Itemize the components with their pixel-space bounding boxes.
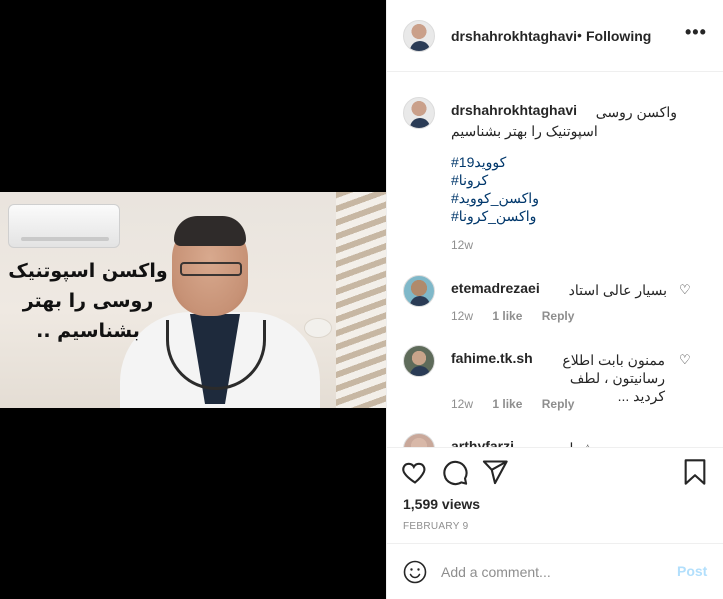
author-username[interactable]: drshahrokhtaghavi	[451, 28, 577, 44]
comments-list[interactable]: drshahrokhtaghavi واکسن روسی اسپوتنیک را…	[387, 73, 723, 447]
caption-text-line1: واکسن روسی	[595, 104, 677, 120]
comment-age[interactable]: 12w	[451, 309, 473, 323]
comment-item: arthyfarzi درود بر شما مطالبتون	[387, 433, 723, 447]
save-bookmark-icon[interactable]	[681, 458, 709, 486]
comment-meta: 12w 1 like Reply	[451, 397, 590, 411]
air-conditioner-image	[8, 204, 120, 248]
like-comment-heart-icon[interactable]: ♡	[679, 352, 691, 368]
commenter-username[interactable]: arthyfarzi	[451, 438, 514, 447]
video-player[interactable]: واکسن اسپوتنیک روسی را بهتر بشناسیم ..	[0, 0, 386, 599]
following-button[interactable]: Following	[586, 28, 651, 44]
share-send-icon[interactable]	[481, 458, 509, 486]
view-count[interactable]: 1,599 views	[403, 496, 480, 512]
comment-item: etemadrezaei بسیار عالی استاد ♡ 12w 1 li…	[387, 275, 723, 331]
header-separator: •	[577, 27, 582, 43]
post-actions: 1,599 views FEBRUARY 9	[387, 447, 723, 543]
caption-age[interactable]: 12w	[451, 238, 473, 252]
commenter-avatar[interactable]	[403, 345, 435, 377]
commenter-avatar[interactable]	[403, 275, 435, 307]
video-frame[interactable]: واکسن اسپوتنیک روسی را بهتر بشناسیم ..	[0, 192, 386, 408]
window-blinds-image	[336, 192, 386, 408]
comment-likes[interactable]: 1 like	[492, 309, 522, 323]
caption-text-line2: اسپوتنیک را بهتر بشناسیم	[451, 123, 598, 139]
comment-meta: 12w 1 like Reply	[451, 309, 590, 323]
comment-bubble-icon[interactable]	[441, 458, 469, 486]
hashtag-link[interactable]: #کووید19	[451, 153, 539, 171]
post-caption: drshahrokhtaghavi واکسن روسی اسپوتنیک را…	[387, 97, 723, 257]
post-header: drshahrokhtaghavi • Following •••	[387, 0, 723, 72]
doctor-glasses-image	[180, 262, 242, 276]
more-options-icon[interactable]: •••	[685, 22, 707, 43]
post-comment-button[interactable]: Post	[677, 563, 707, 579]
emoji-icon[interactable]	[403, 560, 427, 584]
reply-button[interactable]: Reply	[542, 397, 575, 411]
lamp-image	[304, 318, 332, 338]
video-caption-line: واکسن اسپوتنیک	[8, 260, 168, 282]
caption-author-avatar[interactable]	[403, 97, 435, 129]
post-side-panel: drshahrokhtaghavi • Following ••• drshah…	[386, 0, 723, 599]
add-comment-bar: Post	[387, 543, 723, 599]
comment-text: درود بر شما مطالبتون	[539, 439, 639, 447]
hashtag-link[interactable]: #واکسن_کووید	[451, 189, 539, 207]
like-heart-icon[interactable]	[401, 458, 429, 486]
hashtag-list: #کووید19 #کرونا #واکسن_کووید #واکسن_کرون…	[451, 153, 539, 225]
caption-author-username[interactable]: drshahrokhtaghavi	[451, 102, 577, 118]
author-avatar[interactable]	[403, 20, 435, 52]
caption-meta: 12w	[451, 238, 489, 252]
video-caption-line: روسی را بهتر	[22, 290, 154, 312]
video-caption-line: بشناسیم ..	[36, 320, 140, 342]
commenter-avatar[interactable]	[403, 433, 435, 447]
like-comment-heart-icon[interactable]: ♡	[679, 282, 691, 298]
hashtag-link[interactable]: #واکسن_کرونا	[451, 207, 539, 225]
comment-text: بسیار عالی استاد	[568, 282, 667, 298]
comment-item: fahime.tk.sh ممنون بابت اطلاع رسانیتون ،…	[387, 345, 723, 411]
commenter-username[interactable]: etemadrezaei	[451, 280, 540, 296]
reply-button[interactable]: Reply	[542, 309, 575, 323]
doctor-hair-image	[174, 216, 246, 246]
comment-likes[interactable]: 1 like	[492, 397, 522, 411]
comment-age[interactable]: 12w	[451, 397, 473, 411]
post-date[interactable]: FEBRUARY 9	[403, 521, 468, 532]
video-caption: واکسن اسپوتنیک روسی را بهتر بشناسیم ..	[8, 256, 168, 346]
comment-input[interactable]	[441, 562, 661, 582]
hashtag-link[interactable]: #کرونا	[451, 171, 539, 189]
